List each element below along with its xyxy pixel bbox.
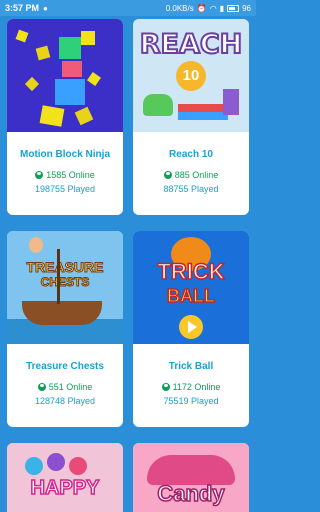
user-icon [163, 171, 172, 179]
game-thumbnail: Candy [133, 443, 249, 512]
game-thumbnail: TRICK BALL [133, 231, 249, 344]
battery-icon [227, 4, 240, 12]
played-count: 198755 Played [34, 184, 96, 194]
played-count: 128748 Played [34, 396, 96, 406]
play-icon [188, 321, 197, 333]
online-count: 1585 Online [7, 170, 123, 180]
status-bar: 3:57 PM ● 0.0KB/s ⏰ ◠ ▮ 96 [0, 0, 256, 16]
treasure-logo-sub: CHESTS [40, 275, 90, 290]
online-count: 551 Online [7, 382, 123, 392]
signal-icon: ▮ [219, 3, 225, 13]
game-title: Motion Block Ninja [20, 149, 110, 160]
treasure-logo: TREASURE [26, 259, 104, 276]
game-thumbnail: REACH 10 [133, 19, 249, 132]
status-time: 3:57 PM [5, 3, 40, 13]
played-count: 75519 Played [163, 396, 219, 406]
ball-logo: BALL [166, 285, 216, 307]
game-card-motion-block-ninja[interactable]: Motion Block Ninja 1585 Online 198755 Pl… [7, 19, 123, 215]
alarm-icon: ⏰ [196, 3, 207, 13]
wifi-icon: ◠ [209, 3, 217, 13]
game-card-trick-ball[interactable]: TRICK BALL Trick Ball 1172 Online 75519 … [133, 231, 249, 427]
shield-icon: ● [43, 3, 48, 13]
game-title: Trick Ball [168, 361, 214, 372]
played-count: 88755 Played [163, 184, 219, 194]
battery-level: 96 [242, 3, 251, 13]
user-icon [37, 383, 46, 391]
user-icon [35, 171, 44, 179]
game-card-happy[interactable]: HAPPY [7, 443, 123, 512]
game-card-treasure-chests[interactable]: TREASURE CHESTS Treasure Chests 551 Onli… [7, 231, 123, 427]
online-count: 1172 Online [133, 382, 249, 392]
happy-logo: HAPPY [30, 476, 100, 500]
candy-logo: Candy [157, 480, 226, 507]
status-indicators: 0.0KB/s ⏰ ◠ ▮ 96 [166, 4, 251, 13]
game-card-candy[interactable]: Candy [133, 443, 249, 512]
reach-ten-badge: 10 [176, 61, 206, 91]
game-card-reach-10[interactable]: REACH 10 Reach 10 885 Online 88755 Playe… [133, 19, 249, 215]
game-grid[interactable]: Motion Block Ninja 1585 Online 198755 Pl… [0, 16, 256, 512]
online-count: 885 Online [133, 170, 249, 180]
game-thumbnail: TREASURE CHESTS [7, 231, 123, 344]
user-icon [161, 383, 170, 391]
reach-logo: REACH [139, 28, 244, 61]
game-title: Reach 10 [169, 149, 213, 160]
trick-logo: TRICK [157, 258, 226, 285]
game-title: Treasure Chests [26, 361, 104, 372]
game-thumbnail: HAPPY [7, 443, 123, 512]
game-thumbnail [7, 19, 123, 132]
network-speed: 0.0KB/s [165, 3, 194, 13]
